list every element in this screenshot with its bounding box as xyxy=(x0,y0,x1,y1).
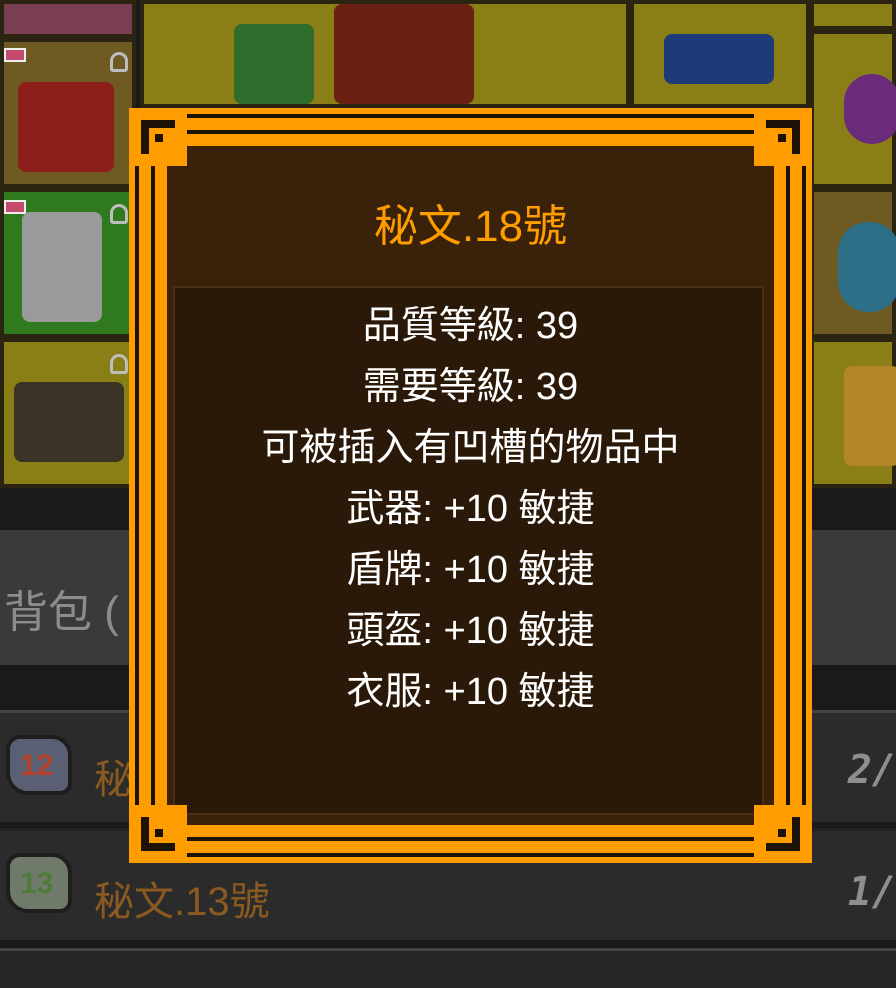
rune-name: 秘 xyxy=(94,758,134,802)
equipment-slot[interactable] xyxy=(630,0,810,108)
rune-count: 2/ xyxy=(847,747,896,793)
boots-icon xyxy=(22,212,102,322)
equipment-slot[interactable] xyxy=(810,338,896,488)
corner-ornament-icon xyxy=(129,108,187,166)
item-title: 秘文.18號 xyxy=(373,202,568,251)
stat-line: 衣服: +10 敏捷 xyxy=(346,671,595,713)
item-tag-icon xyxy=(4,48,26,62)
gauntlet-icon xyxy=(18,82,114,172)
item-stats: 品質等級: 39 需要等級: 39 可被插入有凹槽的物品中 武器: +10 敏捷… xyxy=(129,296,812,723)
stat-line: 可被插入有凹槽的物品中 xyxy=(261,427,680,469)
corner-ornament-icon xyxy=(129,805,187,863)
helmet-icon xyxy=(664,34,774,84)
equipment-slot[interactable] xyxy=(0,188,136,338)
bag-label: 背包 ( xyxy=(4,588,119,637)
stat-line: 武器: +10 敏捷 xyxy=(346,488,595,530)
character-portrait-icon xyxy=(334,4,474,104)
stat-line: 需要等級: 39 xyxy=(362,366,579,408)
corner-ornament-icon xyxy=(754,805,812,863)
rune-count: 1/ xyxy=(847,869,896,915)
rune-number: 13 xyxy=(20,867,54,900)
equipment-slot[interactable] xyxy=(810,30,896,188)
equipment-slot[interactable] xyxy=(0,338,136,488)
equipment-slot[interactable] xyxy=(810,188,896,338)
rune-number: 12 xyxy=(20,749,54,782)
item-tag-icon xyxy=(4,200,26,214)
armor-icon xyxy=(234,24,314,104)
cup-icon xyxy=(844,366,896,466)
lock-icon xyxy=(110,204,128,224)
equipment-slot[interactable] xyxy=(0,38,136,188)
equipment-slot[interactable] xyxy=(140,0,630,108)
lock-icon xyxy=(110,52,128,72)
equipment-slot[interactable] xyxy=(810,0,896,30)
ring-icon xyxy=(844,74,896,144)
stat-line: 品質等級: 39 xyxy=(362,305,579,347)
amulet-icon xyxy=(838,222,896,312)
corner-ornament-icon xyxy=(754,108,812,166)
stat-line: 頭盔: +10 敏捷 xyxy=(346,610,595,652)
item-tooltip: 秘文.18號 品質等級: 39 需要等級: 39 可被插入有凹槽的物品中 武器:… xyxy=(129,108,812,863)
equipment-slot[interactable] xyxy=(0,0,136,38)
belt-icon xyxy=(14,382,124,462)
lock-icon xyxy=(110,354,128,374)
stat-line: 盾牌: +10 敏捷 xyxy=(346,549,595,591)
list-item[interactable] xyxy=(0,948,896,988)
rune-name: 秘文.13號 xyxy=(94,880,270,924)
